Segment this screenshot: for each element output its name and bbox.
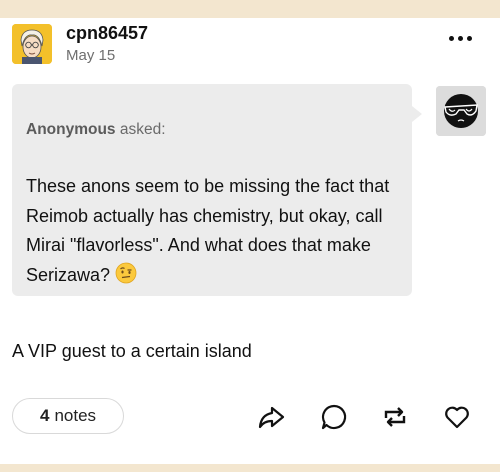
notes-button[interactable]: 4 notes: [12, 398, 124, 434]
page-top-band: [0, 0, 500, 18]
asker-avatar: [436, 86, 486, 136]
share-icon[interactable]: [257, 403, 285, 431]
ask-question: These anons seem to be missing the fact …: [26, 172, 401, 293]
asker-name: Anonymous: [26, 121, 116, 138]
anonymous-avatar-icon: [436, 86, 486, 136]
more-options-icon[interactable]: [449, 36, 472, 41]
ask-question-text: These anons seem to be missing the fact …: [26, 176, 390, 285]
asked-label: asked:: [119, 121, 166, 138]
page-bottom-band: [0, 464, 500, 472]
notes-count: 4: [39, 406, 50, 425]
avatar-illustration: [12, 24, 52, 64]
blog-avatar[interactable]: [12, 24, 52, 64]
raised-eyebrow-emoji: [115, 262, 137, 294]
heart-icon[interactable]: [443, 403, 471, 431]
answer-text: A VIP guest to a certain island: [12, 341, 252, 361]
reblog-icon[interactable]: [381, 403, 409, 431]
notes-label: notes: [54, 406, 97, 425]
more-dot: [467, 36, 472, 41]
more-dot: [449, 36, 454, 41]
ask-header: Anonymous asked:: [26, 121, 166, 139]
ask-bubble-tail: [412, 106, 422, 122]
blog-username[interactable]: cpn86457: [66, 23, 148, 44]
more-dot: [458, 36, 463, 41]
reply-icon[interactable]: [320, 403, 348, 431]
post-date[interactable]: May 15: [66, 47, 115, 64]
